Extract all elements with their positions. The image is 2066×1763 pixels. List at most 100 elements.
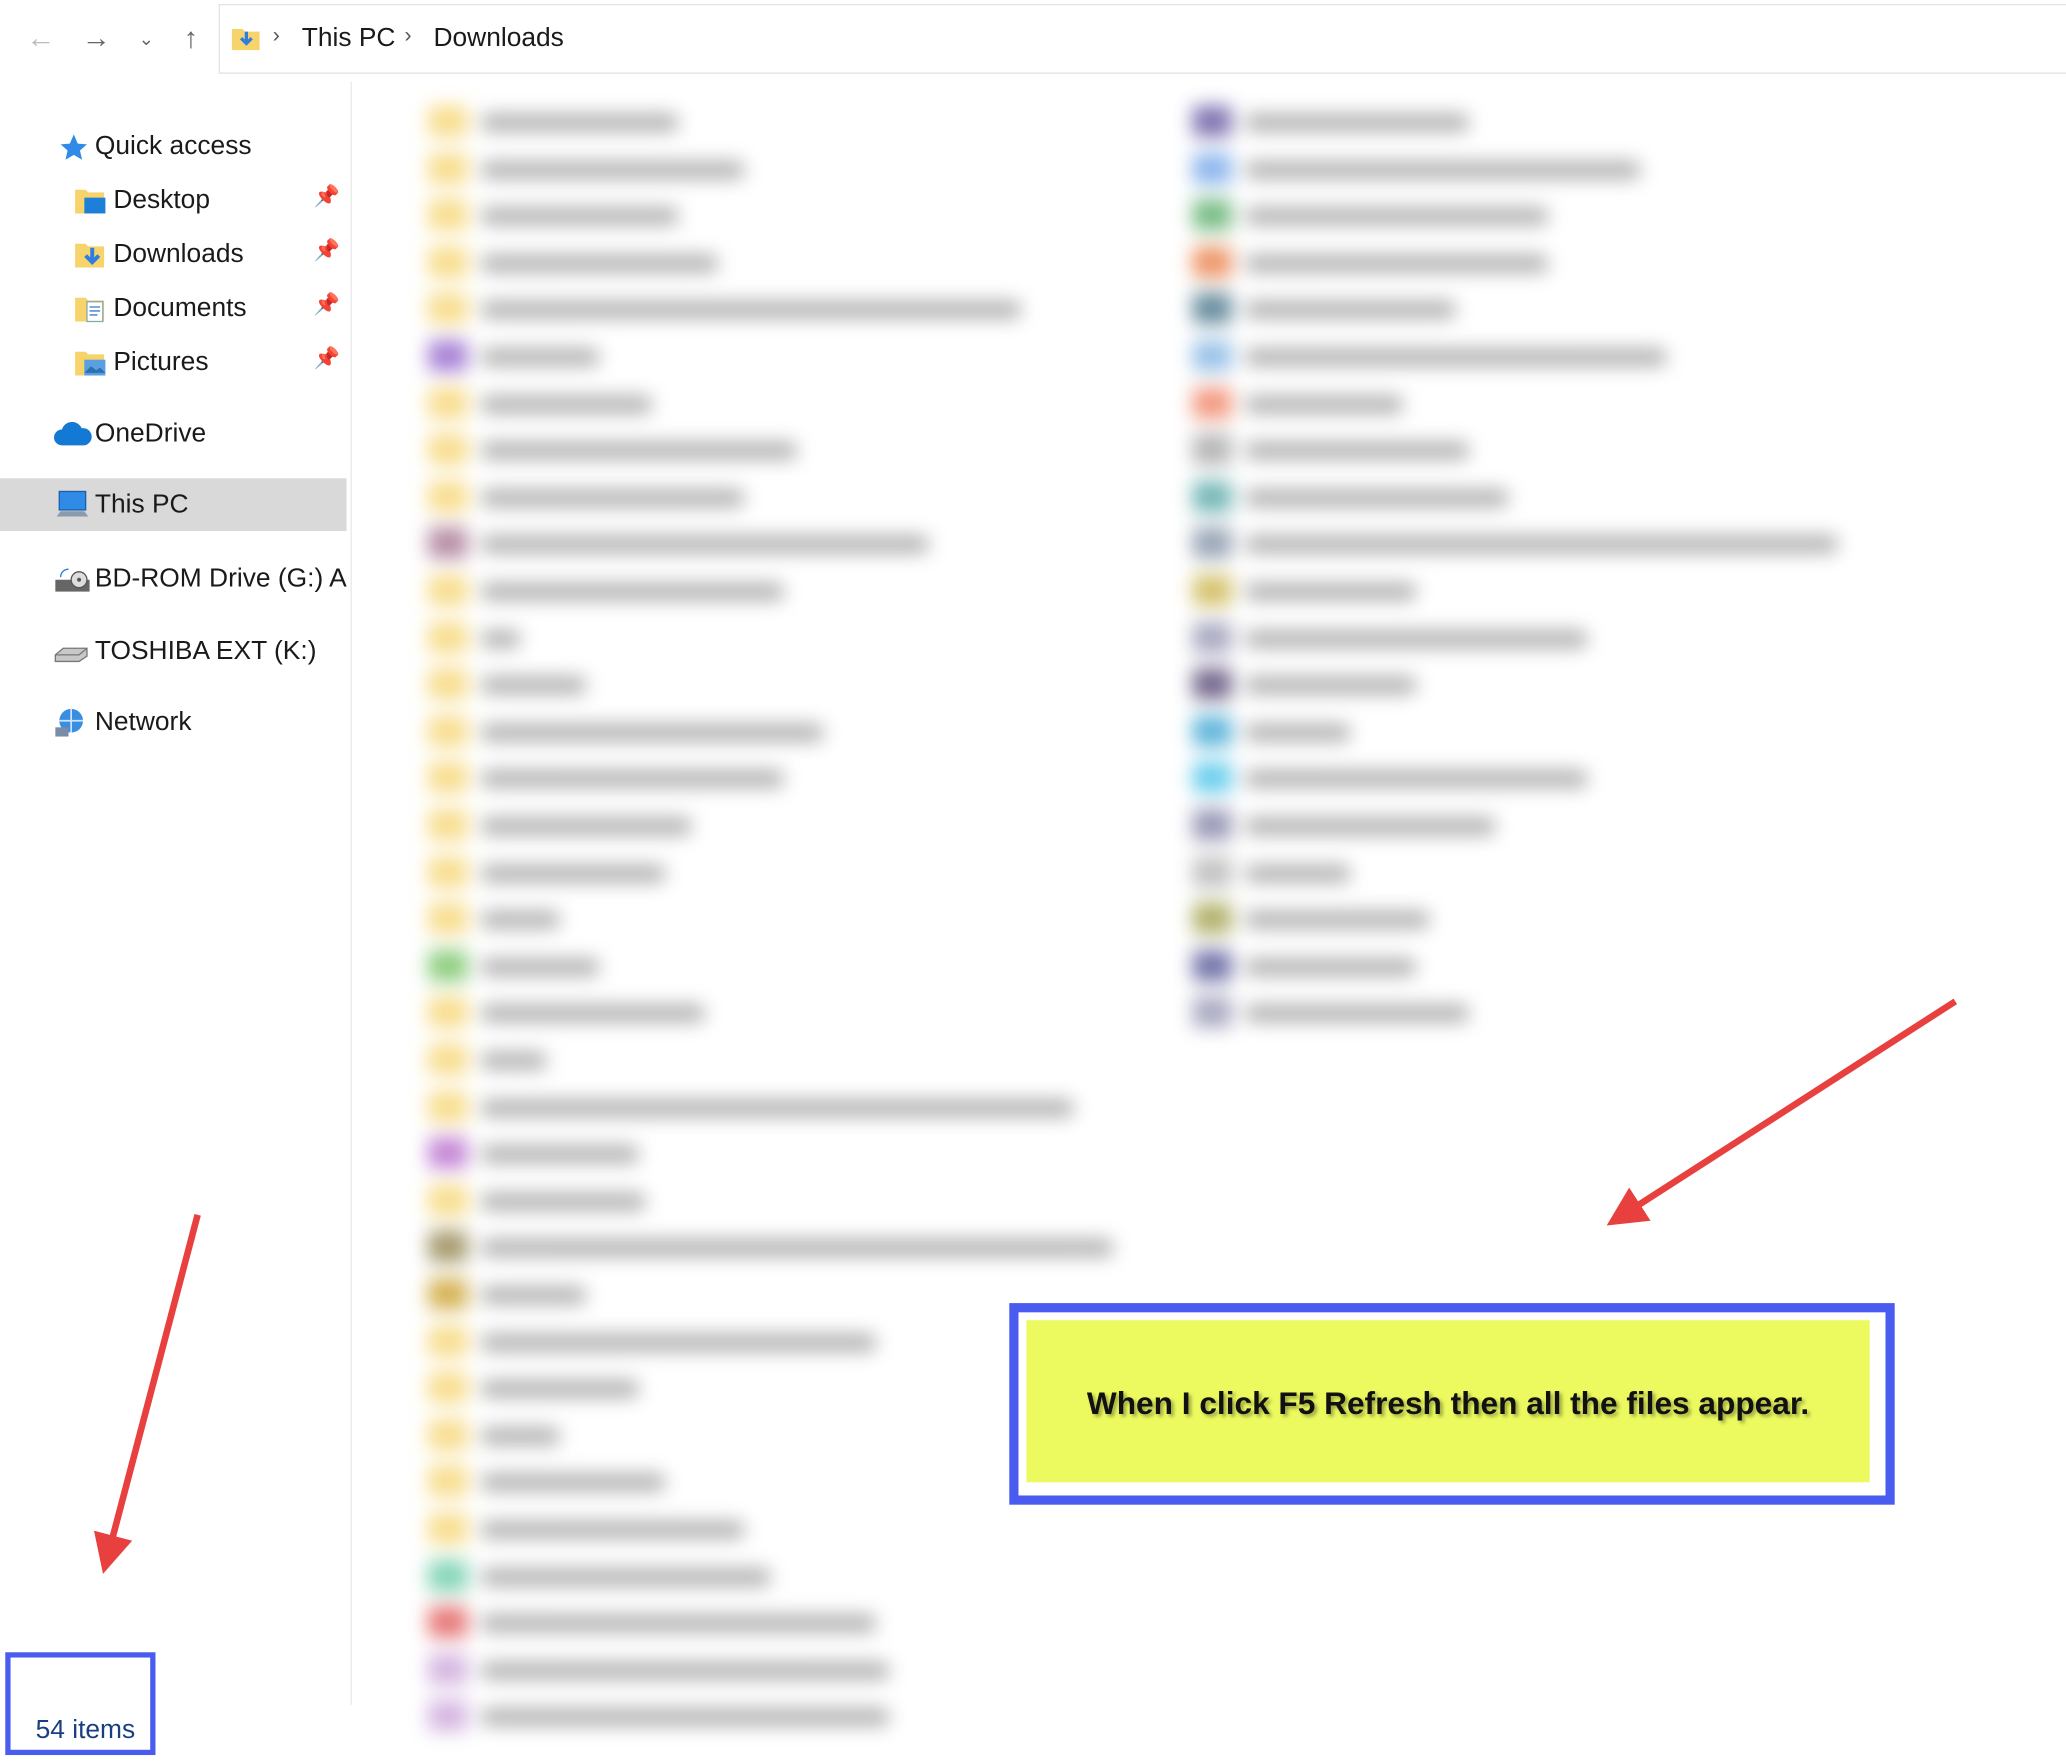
sidebar-item-this-pc[interactable]: This PC [0, 478, 347, 531]
sidebar-label: Downloads [113, 239, 244, 269]
up-arrow-icon[interactable]: ↑ [174, 18, 208, 58]
file-icon [428, 1043, 468, 1076]
annotation-callout: When I click F5 Refresh then all the fil… [1009, 1303, 1895, 1505]
navigation-bar: ← → ⌄ ↑ › This PC › Downloads [0, 0, 2066, 77]
file-name-placeholder [480, 816, 692, 836]
star-icon [60, 134, 87, 160]
file-name-placeholder [1245, 347, 1667, 367]
pin-icon[interactable]: 📌 [314, 237, 340, 263]
file-icon [1192, 996, 1232, 1029]
file-icon [1192, 715, 1232, 747]
file-icon [428, 715, 468, 747]
file-icon [1192, 152, 1232, 184]
file-name-placeholder [480, 1145, 640, 1164]
chevron-down-icon[interactable]: ⌄ [129, 18, 163, 58]
file-name-placeholder [1245, 488, 1509, 508]
file-icon [428, 1278, 468, 1310]
file-name-placeholder [480, 1098, 1074, 1117]
file-name-placeholder [480, 723, 824, 742]
sidebar-item-bd-rom-drive[interactable]: BD-ROM Drive (G:) AS [0, 553, 347, 603]
file-name-placeholder [480, 1567, 771, 1586]
sidebar-item-network[interactable]: Network [0, 697, 348, 747]
file-icon [428, 386, 468, 419]
network-icon [55, 708, 84, 737]
file-name-placeholder [1245, 723, 1351, 742]
file-name-placeholder [480, 1473, 666, 1493]
file-icon [1192, 855, 1232, 888]
sidebar-item-pictures[interactable]: Pictures 📌 [0, 337, 348, 387]
file-name-placeholder [480, 1520, 745, 1539]
file-name-placeholder [480, 676, 587, 695]
file-name-placeholder [480, 1239, 1114, 1258]
sidebar-label: Network [94, 707, 192, 737]
sidebar-item-toshiba-ext[interactable]: TOSHIBA EXT (K:) [0, 626, 348, 676]
file-icon [428, 1231, 468, 1263]
file-icon [428, 949, 468, 982]
file-name-placeholder [1245, 863, 1351, 883]
callout-fill: When I click F5 Refresh then all the fil… [1026, 1320, 1870, 1483]
file-name-placeholder [480, 488, 745, 508]
file-name-placeholder [480, 1708, 890, 1727]
file-name-placeholder [480, 1614, 877, 1633]
file-name-placeholder [480, 1379, 640, 1399]
file-icon [1192, 199, 1232, 231]
file-name-placeholder [1245, 300, 1456, 320]
file-name-placeholder [480, 1332, 877, 1352]
file-name-placeholder [480, 769, 784, 789]
sidebar-item-onedrive[interactable]: OneDrive [0, 408, 348, 458]
sidebar-label: TOSHIBA EXT (K:) [94, 636, 317, 666]
sidebar-item-documents[interactable]: Documents 📌 [0, 283, 348, 333]
breadcrumb-this-pc[interactable]: This PC [302, 24, 396, 54]
file-name-placeholder [480, 394, 653, 414]
file-icon [428, 1090, 468, 1123]
file-icon [428, 621, 468, 653]
file-name-placeholder [480, 957, 600, 977]
sidebar-label: Desktop [113, 185, 210, 215]
file-icon [428, 339, 468, 372]
file-name-placeholder [1245, 113, 1470, 132]
file-name-placeholder [1245, 957, 1417, 977]
file-icon [1192, 433, 1232, 466]
file-icon [428, 1653, 468, 1685]
sidebar-label: Pictures [113, 347, 209, 377]
file-icon [1192, 293, 1232, 325]
file-icon [428, 855, 468, 888]
file-name-placeholder [1245, 816, 1496, 836]
file-name-placeholder [1245, 1004, 1470, 1023]
file-icon [428, 1512, 468, 1545]
file-icon [1192, 527, 1232, 560]
pin-icon[interactable]: 📌 [314, 345, 340, 371]
sidebar-label: This PC [94, 490, 189, 520]
pictures-folder-icon [75, 351, 106, 376]
file-icon [1192, 574, 1232, 607]
file-name-placeholder [480, 1004, 705, 1023]
file-name-placeholder [480, 254, 719, 273]
pin-icon[interactable]: 📌 [314, 291, 340, 317]
pin-icon[interactable]: 📌 [314, 183, 340, 209]
sidebar-item-quick-access[interactable]: Quick access [0, 121, 348, 171]
status-item-count-highlight: 54 items [5, 1652, 156, 1756]
file-icon [428, 152, 468, 184]
breadcrumb-downloads[interactable]: Downloads [433, 24, 563, 54]
sidebar-item-desktop[interactable]: Desktop 📌 [0, 175, 348, 225]
file-icon [428, 1418, 468, 1451]
file-icon [1192, 386, 1232, 419]
file-name-placeholder [1245, 910, 1430, 930]
file-icon [428, 809, 468, 841]
file-icon [1192, 105, 1232, 138]
address-bar[interactable]: › This PC › Downloads [218, 3, 2066, 74]
file-icon [1192, 668, 1232, 700]
forward-arrow-icon[interactable]: → [79, 18, 113, 58]
file-name-placeholder [480, 910, 560, 930]
file-icon [428, 996, 468, 1029]
file-name-placeholder [480, 1192, 646, 1211]
sidebar-item-downloads[interactable]: Downloads 📌 [0, 229, 348, 279]
navigation-pane: Quick access Desktop 📌 Downloads 📌 Docum… [0, 81, 352, 1705]
back-arrow-icon[interactable]: ← [24, 18, 58, 58]
file-icon [1192, 339, 1232, 372]
file-name-placeholder [1245, 254, 1549, 273]
file-icon [428, 762, 468, 794]
file-name-placeholder [1245, 629, 1588, 648]
file-name-placeholder [1245, 441, 1470, 461]
file-name-placeholder [1245, 535, 1839, 554]
